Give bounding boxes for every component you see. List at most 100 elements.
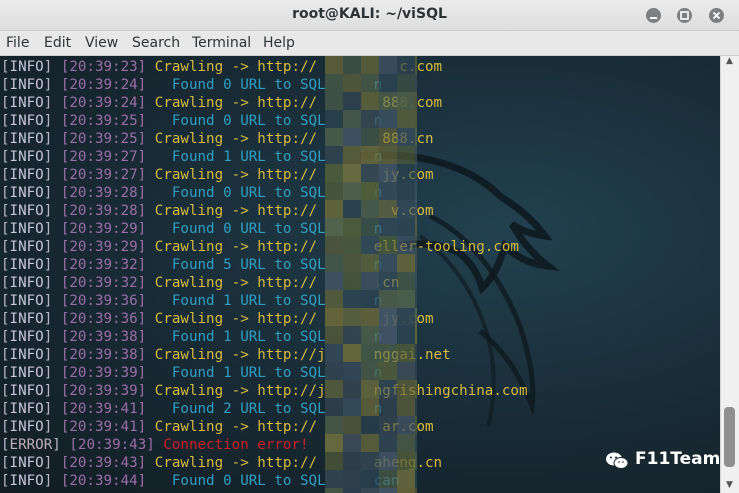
- menu-bar: File Edit View Search Terminal Help: [0, 31, 739, 56]
- maximize-button[interactable]: [677, 8, 692, 23]
- crawl-text: Crawling -> http://: [154, 419, 318, 435]
- bracket: [: [1, 347, 10, 363]
- found-text: Found 0 URL to SQL: [154, 185, 326, 201]
- found-text: Found 0 URL to SQL: [154, 77, 326, 93]
- menu-search[interactable]: Search: [132, 35, 180, 51]
- scrollbar-thumb[interactable]: [724, 407, 735, 467]
- wechat-icon: [606, 452, 629, 469]
- timestamp: [20:39:28]: [60, 185, 155, 201]
- log-lines: [INFO] [20:39:23] Crawling -> http://c.c…: [1, 58, 528, 490]
- timestamp: [20:39:38]: [60, 347, 155, 363]
- bracket: ]: [52, 437, 70, 453]
- crawl-text: Crawling -> http://: [154, 275, 318, 291]
- menu-file[interactable]: File: [6, 35, 29, 51]
- found-text: Found 2 URL to SQL: [154, 401, 326, 417]
- log-line: [INFO] [20:39:27] Found 1 URL to SQL n: [1, 148, 382, 166]
- timestamp: [20:39:28]: [60, 203, 155, 219]
- log-level: INFO: [9, 149, 44, 165]
- log-level: INFO: [9, 203, 44, 219]
- bracket: ]: [43, 167, 61, 183]
- scroll-down-icon[interactable]: ▼: [724, 480, 735, 490]
- crawl-text: Crawling -> http://: [154, 455, 318, 471]
- scrollbar[interactable]: ▲ ▼: [720, 56, 739, 493]
- log-level: INFO: [9, 365, 44, 381]
- url-tail: .cn: [373, 275, 400, 291]
- terminal-output[interactable]: [INFO] [20:39:23] Crawling -> http://c.c…: [0, 56, 720, 493]
- crawl-text: Crawling -> http://: [154, 131, 318, 147]
- log-line: [INFO] [20:39:32] Found 5 URL to SQL n: [1, 256, 382, 274]
- menu-edit[interactable]: Edit: [44, 35, 71, 51]
- bracket: ]: [43, 365, 61, 381]
- minimize-button[interactable]: [646, 8, 661, 23]
- bracket: [: [1, 221, 10, 237]
- bracket: [: [1, 257, 10, 273]
- log-level: INFO: [9, 455, 44, 471]
- log-line: [ERROR] [20:39:43] Connection error!: [1, 436, 326, 454]
- found-text: Found 0 URL to SQL: [154, 113, 326, 129]
- bracket: ]: [43, 275, 61, 291]
- timestamp: [20:39:39]: [60, 383, 155, 399]
- bracket: [: [1, 383, 10, 399]
- bracket: ]: [43, 185, 61, 201]
- window-title: root@KALI: ~/viSQL: [292, 6, 447, 22]
- log-level: INFO: [9, 131, 44, 147]
- found-text: Found 0 URL to SQL: [154, 221, 326, 237]
- timestamp: [20:39:32]: [60, 257, 155, 273]
- bracket: ]: [43, 347, 61, 363]
- log-line: [INFO] [20:39:38] Found 1 URL to SQL n: [1, 328, 382, 346]
- url-tail: ngfishingchina.com: [373, 383, 528, 399]
- timestamp: [20:39:25]: [60, 113, 155, 129]
- url-tail: c.com: [399, 59, 443, 75]
- url-tail: ar.com: [382, 419, 434, 435]
- url-tail: n: [373, 221, 383, 237]
- log-level: INFO: [9, 329, 44, 345]
- timestamp: [20:39:43]: [60, 455, 155, 471]
- crawl-text: Crawling -> http://: [154, 203, 318, 219]
- timestamp: [20:39:36]: [60, 311, 155, 327]
- url-tail: n: [373, 401, 383, 417]
- timestamp: [20:39:44]: [60, 473, 155, 489]
- log-level: INFO: [9, 95, 44, 111]
- bracket: [: [1, 77, 10, 93]
- bracket: ]: [43, 473, 61, 489]
- crawl-text: Crawling -> http://j: [154, 347, 326, 363]
- title-bar[interactable]: root@KALI: ~/viSQL: [0, 0, 739, 31]
- timestamp: [20:39:29]: [60, 221, 155, 237]
- url-tail: n: [373, 329, 383, 345]
- log-level: INFO: [9, 257, 44, 273]
- log-line: [INFO] [20:39:44] Found 0 URL to SQL can: [1, 472, 399, 490]
- bracket: [: [1, 401, 10, 417]
- menu-view[interactable]: View: [85, 35, 118, 51]
- error-text: Connection error!: [163, 437, 309, 453]
- bracket: ]: [43, 329, 61, 345]
- log-level: INFO: [9, 221, 44, 237]
- log-line: [INFO] [20:39:25] Found 0 URL to SQL n: [1, 112, 382, 130]
- url-tail: aheng.cn: [373, 455, 443, 471]
- bracket: [: [1, 113, 10, 129]
- url-tail: n: [373, 293, 383, 309]
- bracket: [: [1, 149, 10, 165]
- bracket: [: [1, 365, 10, 381]
- bracket: ]: [43, 455, 61, 471]
- url-tail: 888.com: [382, 95, 443, 111]
- bracket: [: [1, 437, 10, 453]
- bracket: ]: [43, 77, 61, 93]
- close-button[interactable]: [709, 8, 724, 23]
- bracket: [: [1, 275, 10, 291]
- bracket: [: [1, 131, 10, 147]
- log-line: [INFO] [20:39:32] Crawling -> http:// .cn: [1, 274, 399, 292]
- log-line: [INFO] [20:39:28] Crawling -> http:// v.c…: [1, 202, 434, 220]
- log-level: INFO: [9, 401, 44, 417]
- menu-terminal[interactable]: Terminal: [192, 35, 251, 51]
- timestamp: [20:39:24]: [60, 77, 155, 93]
- bracket: [: [1, 293, 10, 309]
- menu-help[interactable]: Help: [263, 35, 295, 51]
- log-level: INFO: [9, 113, 44, 129]
- log-line: [INFO] [20:39:25] Crawling -> http:// 888…: [1, 130, 434, 148]
- timestamp: [20:39:32]: [60, 275, 155, 291]
- log-line: [INFO] [20:39:24] Found 0 URL to SQL n: [1, 76, 382, 94]
- bracket: ]: [43, 203, 61, 219]
- scroll-up-icon[interactable]: ▲: [724, 56, 735, 66]
- log-line: [INFO] [20:39:28] Found 0 URL to SQL n: [1, 184, 382, 202]
- url-tail: n: [373, 257, 383, 273]
